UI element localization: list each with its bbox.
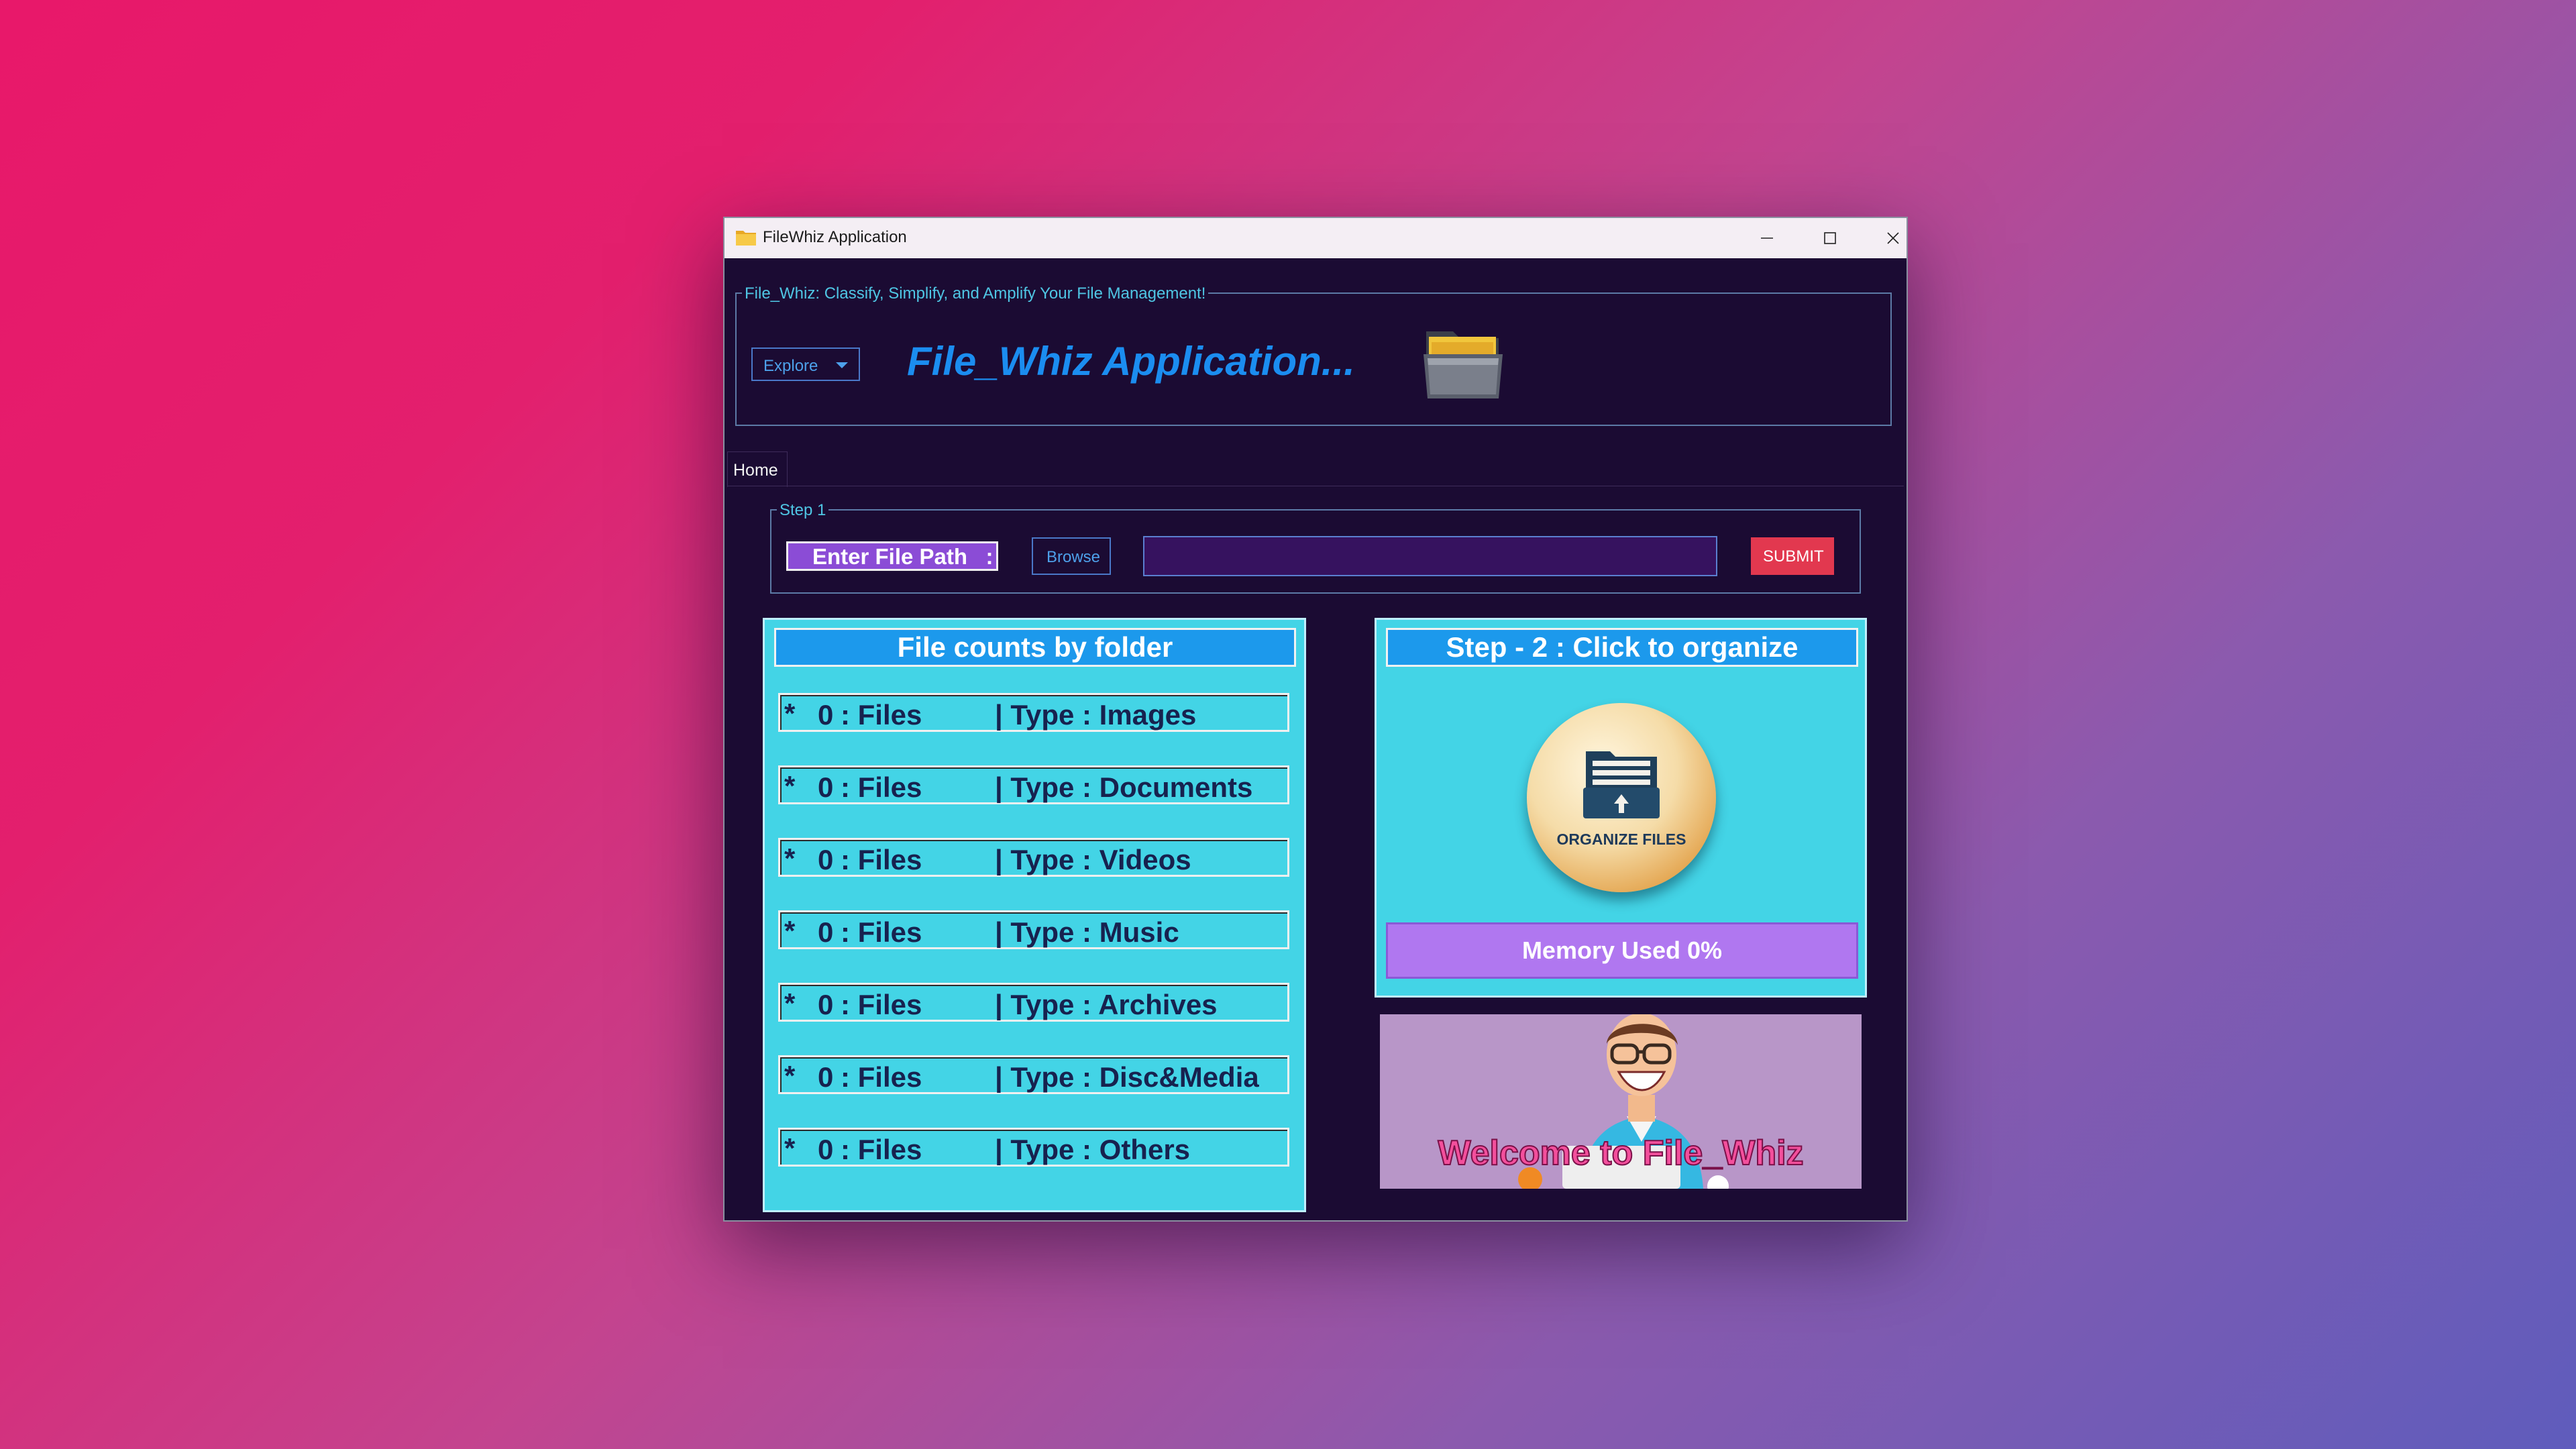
welcome-banner: Welcome to File_Whiz	[1380, 1014, 1862, 1189]
header-tagline: File_Whiz: Classify, Simplify, and Ampli…	[742, 284, 1209, 303]
step1-frame: Step 1 Enter File Path : Browse SUBMIT	[770, 501, 1861, 594]
submit-label: SUBMIT	[1763, 547, 1824, 566]
maximize-icon	[1824, 232, 1836, 244]
app-window: FileWhiz Application File_Whiz: Classify…	[723, 217, 1908, 1222]
explore-dropdown[interactable]: Explore	[751, 347, 860, 381]
count-type-label: | Type : Others	[995, 1134, 1191, 1165]
count-row-disc-media: * 0 : Files | Type : Disc&Media	[778, 1055, 1289, 1094]
close-button[interactable]	[1862, 218, 1924, 258]
count-row-archives: * 0 : Files | Type : Archives	[778, 983, 1289, 1022]
count-type-label: | Type : Archives	[995, 989, 1218, 1020]
explore-label: Explore	[763, 357, 818, 375]
count-files-label: : Files	[841, 699, 922, 731]
count-files-label: : Files	[841, 989, 922, 1020]
window-title: FileWhiz Application	[763, 228, 907, 246]
count-value: 0	[818, 699, 834, 731]
file-path-input[interactable]	[1143, 536, 1717, 576]
count-type-label: | Type : Music	[995, 916, 1179, 948]
count-files-label: : Files	[841, 916, 922, 948]
tab-home-label: Home	[733, 461, 778, 480]
count-files-label: : Files	[841, 1134, 922, 1165]
memory-usage-label: Memory Used 0%	[1521, 936, 1723, 964]
count-value: 0	[818, 771, 834, 803]
maximize-button[interactable]	[1799, 218, 1861, 258]
organize-files-label: ORGANIZE FILES	[1556, 830, 1686, 848]
count-value: 0	[818, 916, 834, 948]
chevron-down-icon	[836, 362, 848, 368]
file-box-upload-icon	[1583, 751, 1660, 818]
count-row-videos: * 0 : Files | Type : Videos	[778, 838, 1289, 877]
header-frame: File_Whiz: Classify, Simplify, and Ampli…	[735, 284, 1892, 426]
count-value: 0	[818, 989, 834, 1020]
organize-files-button[interactable]: ORGANIZE FILES	[1527, 703, 1716, 892]
count-files-label: : Files	[841, 1061, 922, 1093]
count-value: 0	[818, 844, 834, 875]
file-counts-panel: File counts by folder * 0 : Files | Type…	[763, 618, 1306, 1212]
organize-title: Step - 2 : Click to organize	[1386, 628, 1858, 667]
count-files-label: : Files	[841, 844, 922, 875]
count-value: 0	[818, 1061, 834, 1093]
count-row-documents: * 0 : Files | Type : Documents	[778, 765, 1289, 804]
count-type-label: | Type : Images	[995, 699, 1197, 731]
submit-button[interactable]: SUBMIT	[1751, 537, 1834, 575]
folder-app-icon	[736, 231, 756, 246]
step1-legend: Step 1	[777, 501, 829, 520]
title-bar[interactable]: FileWhiz Application	[724, 218, 1907, 258]
minimize-button[interactable]	[1736, 218, 1798, 258]
count-type-label: | Type : Videos	[995, 844, 1191, 875]
browse-button[interactable]: Browse	[1032, 537, 1111, 575]
count-value: 0	[818, 1134, 834, 1165]
count-row-music: * 0 : Files | Type : Music	[778, 910, 1289, 949]
folder-logo-icon	[1424, 331, 1503, 398]
count-row-others: * 0 : Files | Type : Others	[778, 1128, 1289, 1167]
count-type-label: | Type : Documents	[995, 771, 1253, 803]
close-icon	[1887, 232, 1899, 244]
count-row-images: * 0 : Files | Type : Images	[778, 693, 1289, 732]
browse-label: Browse	[1046, 548, 1101, 566]
memory-usage-bar: Memory Used 0%	[1386, 922, 1858, 979]
tab-home[interactable]: Home	[727, 451, 788, 487]
count-type-label: | Type : Disc&Media	[995, 1061, 1259, 1093]
organize-panel: Step - 2 : Click to organize ORGANIZE FI…	[1375, 618, 1867, 998]
enter-file-path-label: Enter File Path :	[786, 541, 998, 571]
file-counts-title: File counts by folder	[774, 628, 1296, 667]
enter-file-path-text: Enter File Path :	[812, 544, 994, 569]
minimize-icon	[1761, 237, 1773, 239]
app-title: File_Whiz Application...	[907, 339, 1355, 384]
welcome-text: Welcome to File_Whiz	[1437, 1133, 1804, 1173]
count-files-label: : Files	[841, 771, 922, 803]
